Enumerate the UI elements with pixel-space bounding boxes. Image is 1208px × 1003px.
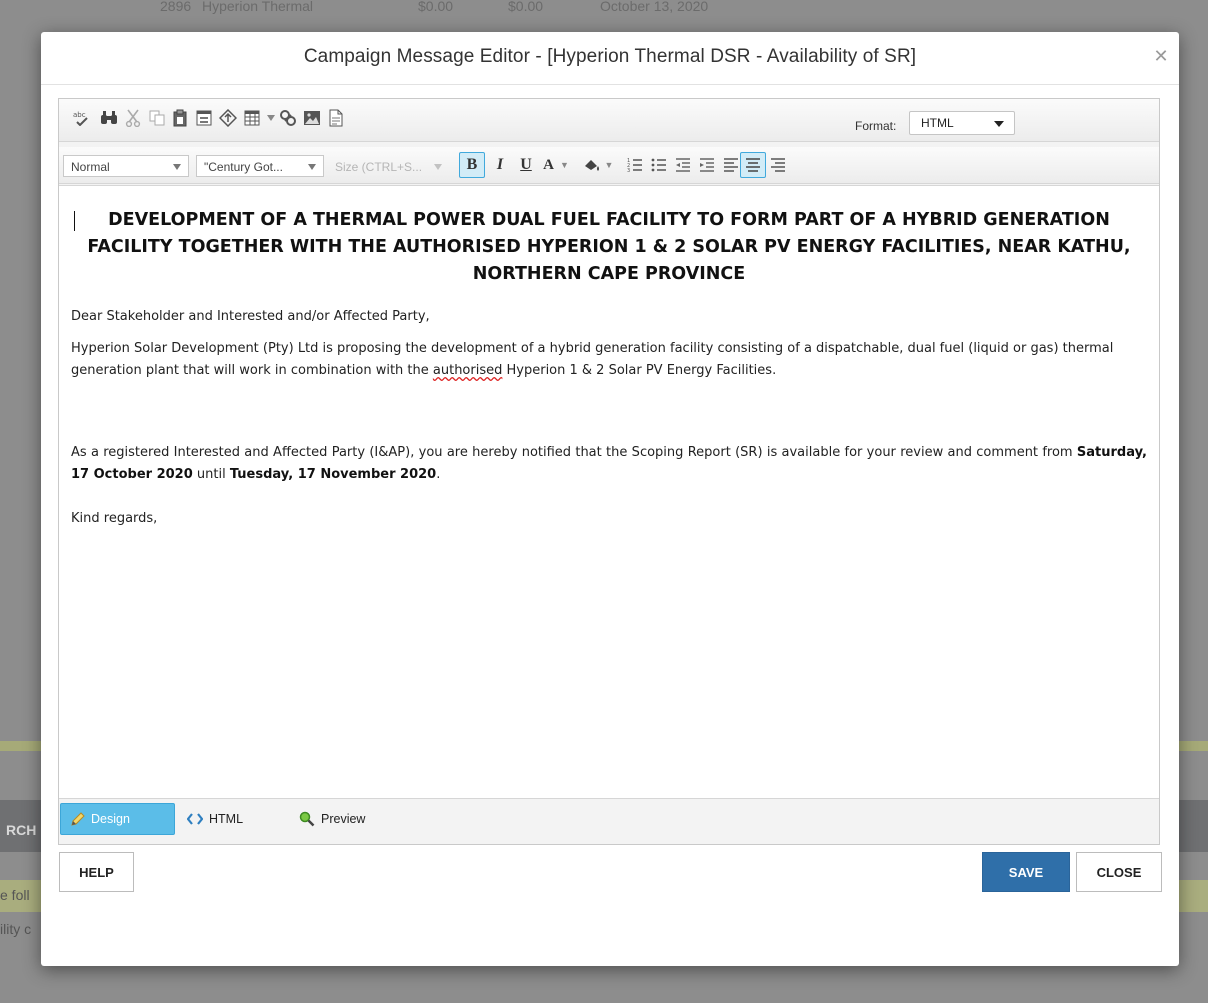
bold-button[interactable]: B — [459, 152, 485, 178]
background-table-fragment: 2896 Hyperion Thermal $0.00 $0.00 Octobe… — [0, 0, 1208, 36]
link-icon[interactable] — [278, 108, 298, 128]
tab-html[interactable]: HTML — [187, 803, 267, 835]
bg-row-v2: $0.00 — [508, 0, 544, 14]
dialog-header: Campaign Message Editor - [Hyperion Ther… — [41, 32, 1179, 85]
close-button[interactable]: CLOSE — [1076, 852, 1162, 892]
salutation-paragraph: Dear Stakeholder and Interested and/or A… — [71, 309, 430, 324]
paragraph-style-value: Normal — [71, 160, 110, 174]
cut-icon[interactable] — [123, 108, 143, 128]
rich-text-editor: abc Format: HTML Normal "Century Got... … — [58, 98, 1160, 845]
bg-row-date: October 13, 2020 — [600, 0, 709, 14]
font-name-dropdown[interactable]: "Century Got... — [196, 155, 324, 177]
paragraph-style-dropdown[interactable]: Normal — [63, 155, 189, 177]
format-select[interactable]: HTML — [909, 111, 1015, 135]
dialog-title: Campaign Message Editor - [Hyperion Ther… — [303, 46, 917, 67]
font-size-dropdown[interactable]: Size (CTRL+S... — [327, 155, 450, 177]
document-heading: DEVELOPMENT OF A THERMAL POWER DUAL FUEL… — [87, 210, 1131, 284]
help-button[interactable]: HELP — [59, 852, 134, 892]
image-icon[interactable] — [302, 108, 322, 128]
bg-row-v1: $0.00 — [418, 0, 454, 14]
notification-period: . — [436, 467, 441, 482]
chevron-down-icon — [308, 164, 316, 170]
save-button[interactable]: SAVE — [982, 852, 1070, 892]
notification-until: until — [192, 467, 230, 482]
font-color-button[interactable]: A ▼ — [539, 152, 573, 178]
align-right-icon[interactable] — [765, 152, 791, 178]
document-icon[interactable] — [326, 108, 346, 128]
bullet-list-icon[interactable] — [646, 152, 672, 178]
italic-button[interactable]: I — [487, 152, 513, 178]
magnifier-icon — [299, 811, 315, 827]
background-fragment-text: ility c — [0, 921, 32, 937]
editor-content-area[interactable]: DEVELOPMENT OF A THERMAL POWER DUAL FUEL… — [59, 185, 1159, 799]
editor-mode-bar: Design HTML Preview — [59, 799, 1159, 844]
background-fragment-label: RCH — [6, 822, 37, 838]
spellcheck-icon[interactable]: abc — [73, 108, 93, 128]
find-icon[interactable] — [99, 108, 119, 128]
numbered-list-icon[interactable]: 123 — [622, 152, 648, 178]
tab-html-label: HTML — [209, 812, 244, 826]
svg-text:3: 3 — [627, 168, 630, 173]
indent-icon[interactable] — [694, 152, 720, 178]
table-icon[interactable] — [242, 108, 262, 128]
highlight-color-button[interactable]: ▼ — [578, 152, 618, 178]
campaign-message-editor-dialog: Campaign Message Editor - [Hyperion Ther… — [41, 32, 1179, 966]
format-label: Format: — [855, 119, 897, 133]
anchor-icon[interactable] — [218, 108, 238, 128]
chevron-down-icon — [434, 164, 442, 170]
tab-design[interactable]: Design — [60, 803, 175, 835]
spelling-flagged-word: authorised — [432, 363, 503, 378]
bg-row-id: 2896 — [160, 0, 192, 14]
align-center-icon[interactable] — [740, 152, 766, 178]
font-size-value: Size (CTRL+S... — [335, 160, 423, 174]
chevron-down-icon — [173, 164, 181, 170]
chevron-down-icon — [994, 121, 1004, 127]
editor-toolbar-top: abc Format: HTML — [59, 99, 1159, 142]
paste-icon[interactable] — [170, 108, 190, 128]
bg-row-name: Hyperion Thermal — [202, 0, 314, 14]
font-name-value: "Century Got... — [204, 160, 283, 174]
tab-preview[interactable]: Preview — [299, 803, 389, 835]
notification-text: As a registered Interested and Affected … — [71, 445, 1077, 460]
proposal-paragraph: Hyperion Solar Development (Pty) Ltd is … — [71, 338, 1147, 382]
end-date: Tuesday, 17 November 2020 — [229, 467, 437, 482]
tab-preview-label: Preview — [321, 812, 366, 826]
tab-design-label: Design — [91, 812, 130, 826]
format-select-value: HTML — [921, 116, 954, 130]
code-icon — [187, 813, 203, 825]
outdent-icon[interactable] — [670, 152, 696, 178]
svg-text:abc: abc — [73, 111, 86, 119]
form-icon[interactable] — [194, 108, 214, 128]
background-fragment-text: e foll — [0, 887, 30, 903]
pencil-icon — [71, 812, 85, 826]
close-icon[interactable]: ✕ — [1153, 47, 1169, 65]
proposal-text-end: Hyperion 1 & 2 Solar PV Energy Facilitie… — [502, 363, 777, 378]
underline-button[interactable]: U — [513, 152, 539, 178]
editor-toolbar-format: Normal "Century Got... Size (CTRL+S... B… — [59, 147, 1159, 184]
closing-paragraph: Kind regards, — [71, 511, 158, 526]
notification-paragraph: As a registered Interested and Affected … — [71, 442, 1147, 486]
copy-icon[interactable] — [147, 108, 167, 128]
